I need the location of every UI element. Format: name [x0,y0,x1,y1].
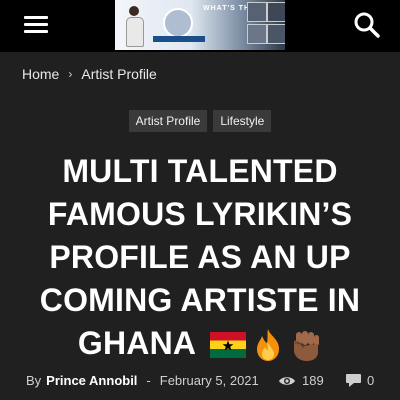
ghana-flag-icon [210,332,247,358]
hamburger-menu-icon[interactable] [22,12,52,38]
chevron-right-icon: › [68,67,73,81]
by-label: By [26,373,42,388]
logo-thumbnail [267,2,285,22]
tag-artist-profile[interactable]: Artist Profile [128,110,208,132]
logo-circle-emblem [163,8,193,38]
tag-lifestyle[interactable]: Lifestyle [213,110,272,132]
comments-number: 0 [367,373,375,388]
publish-date: February 5, 2021 [159,373,259,388]
artist-figure-image [125,6,144,47]
category-tags: Artist Profile Lifestyle [0,110,400,132]
breadcrumb-home-link[interactable]: Home [22,66,59,82]
logo-thumbnail [267,24,285,44]
comments-count[interactable]: 0 [346,373,374,388]
menu-line [24,16,48,19]
meta-separator: - [146,373,151,388]
breadcrumb-current-link[interactable]: Artist Profile [81,66,156,82]
article-meta: By Prince Annobil - February 5, 2021 189… [26,373,376,388]
title-emojis [210,328,322,362]
views-count: 189 [278,373,324,388]
search-icon[interactable] [352,10,382,40]
article-title: MULTI TALENTED FAMOUS LYRIKIN’S PROFILE … [10,150,390,365]
site-logo-banner[interactable]: WHAT'S THE NG [115,0,285,50]
raised-fist-icon [294,331,320,361]
breadcrumb: Home › Artist Profile [22,66,157,82]
logo-thumbnail [247,24,267,44]
logo-strip [153,36,205,42]
logo-thumbnail [247,2,267,22]
eye-icon [279,376,295,385]
views-number: 189 [302,373,324,388]
author-link[interactable]: Prince Annobil [46,373,137,388]
fire-icon [257,329,280,361]
top-navigation-bar: WHAT'S THE NG [0,0,400,52]
menu-line [24,23,48,26]
menu-line [24,30,48,33]
comment-icon [346,374,361,387]
